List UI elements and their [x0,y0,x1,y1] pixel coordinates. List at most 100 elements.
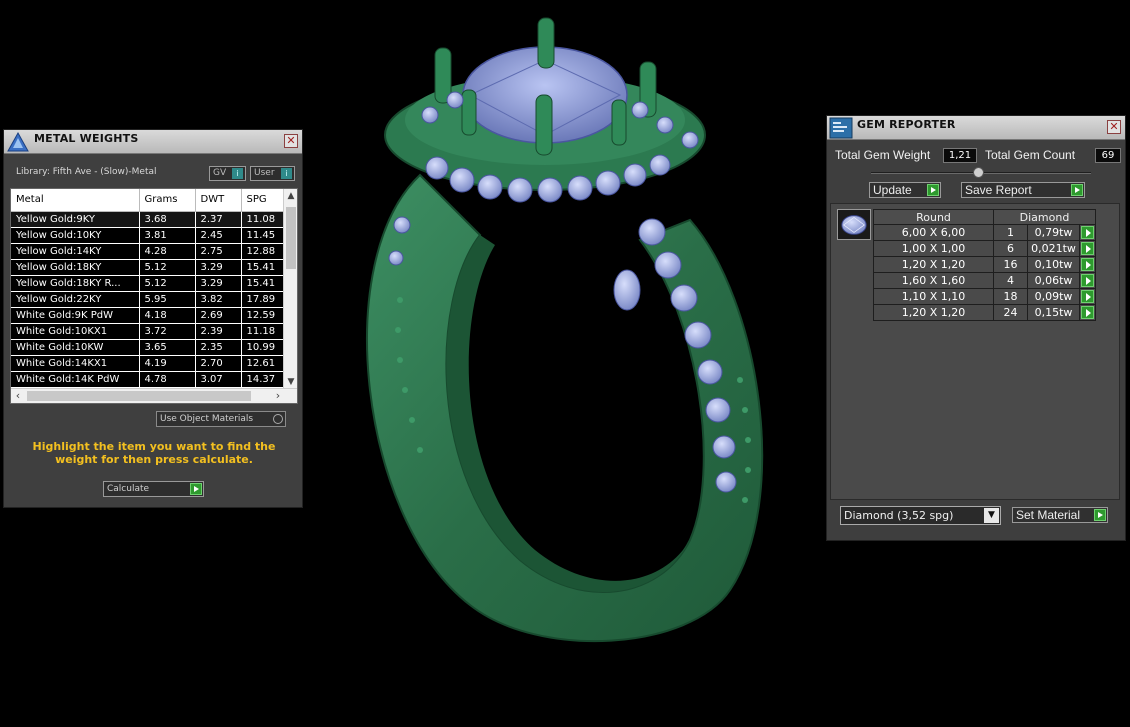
column-header-grams[interactable]: Grams [139,189,196,212]
select-gem-go-icon[interactable] [1080,274,1094,288]
dwt-cell: 3.29 [195,259,242,276]
update-go-icon[interactable] [927,184,939,196]
table-row[interactable]: White Gold:14KX1 4.19 2.70 12.61 [11,355,284,372]
spg-cell: 15.41 [241,275,284,292]
gem-count-cell: 18 [992,288,1029,305]
table-row[interactable]: White Gold:14K PdW 4.78 3.07 14.37 [11,371,284,388]
user-info-icon: i [281,168,292,179]
gem-row[interactable]: 1,00 X 1,00 6 0,021tw [873,240,1097,257]
gv-info-icon: i [232,168,243,179]
column-header-spg[interactable]: SPG [241,189,284,212]
size-slider-knob[interactable] [973,167,984,178]
metal-weights-close-button[interactable]: ✕ [284,134,298,148]
gem-row[interactable]: 1,60 X 1,60 4 0,06tw [873,272,1097,289]
table-row[interactable]: Yellow Gold:10KY 3.81 2.45 11.45 [11,227,284,244]
metal-cell: Yellow Gold:9KY [11,211,140,228]
user-toggle[interactable]: User i [250,166,295,181]
dwt-cell: 2.37 [195,211,242,228]
gem-size-cell: 1,20 X 1,20 [873,304,994,321]
calculate-hint-text: Highlight the item you want to find the … [32,440,276,466]
spg-cell: 11.18 [241,323,284,340]
gem-weight-cell: 0,10tw [1027,256,1080,273]
set-material-button-label: Set Material [1016,508,1081,522]
ring-model[interactable] [366,17,764,643]
gem-count-cell: 6 [992,240,1029,257]
dwt-cell: 2.39 [195,323,242,340]
column-header-dwt[interactable]: DWT [195,189,242,212]
table-horizontal-scrollbar[interactable]: ‹ › [11,388,297,403]
gem-row[interactable]: 1,20 X 1,20 16 0,10tw [873,256,1097,273]
save-report-button[interactable]: Save Report [961,182,1085,198]
metal-cell: Yellow Gold:18KY [11,259,140,276]
grams-cell: 5.12 [139,275,196,292]
table-row[interactable]: Yellow Gold:22KY 5.95 3.82 17.89 [11,291,284,308]
update-button[interactable]: Update [869,182,941,198]
library-label: Library: Fifth Ave - (Slow)-Metal [16,167,157,177]
vertical-scroll-thumb[interactable] [286,207,296,269]
dwt-cell: 2.70 [195,355,242,372]
table-row[interactable]: White Gold:10KW 3.65 2.35 10.99 [11,339,284,356]
gem-reporter-title: GEM REPORTER [857,118,956,131]
dwt-cell: 3.82 [195,291,242,308]
table-row[interactable]: Yellow Gold:18KY 5.12 3.29 15.41 [11,259,284,276]
select-gem-go-icon[interactable] [1080,242,1094,256]
gem-material-header: Diamond [993,209,1096,225]
table-row[interactable]: White Gold:9K PdW 4.18 2.69 12.59 [11,307,284,324]
dwt-cell: 2.75 [195,243,242,260]
table-row[interactable]: Yellow Gold:18KY R... 5.12 3.29 15.41 [11,275,284,292]
grams-cell: 5.95 [139,291,196,308]
use-object-materials-option[interactable]: Use Object Materials [156,411,286,427]
scroll-right-icon[interactable]: › [271,389,285,403]
horizontal-scroll-thumb[interactable] [27,391,251,401]
calculate-button[interactable]: Calculate [103,481,204,497]
metal-cell: Yellow Gold:10KY [11,227,140,244]
set-material-go-icon[interactable] [1094,509,1106,521]
gem-size-cell: 6,00 X 6,00 [873,224,994,241]
gem-row[interactable]: 6,00 X 6,00 1 0,79tw [873,224,1097,241]
table-vertical-scrollbar[interactable]: ▲ ▼ [283,189,297,389]
calculate-button-label: Calculate [107,484,150,494]
table-row[interactable]: Yellow Gold:14KY 4.28 2.75 12.88 [11,243,284,260]
round-gem-thumbnail-icon[interactable] [837,209,871,240]
grams-cell: 5.12 [139,259,196,276]
gem-row[interactable]: 1,20 X 1,20 24 0,15tw [873,304,1097,321]
gem-row[interactable]: 1,10 X 1,10 18 0,09tw [873,288,1097,305]
select-gem-go-icon[interactable] [1080,258,1094,272]
gem-weight-cell: 0,021tw [1027,240,1080,257]
select-gem-go-icon[interactable] [1080,290,1094,304]
scroll-down-icon[interactable]: ▼ [284,375,297,389]
gem-reporter-titlebar[interactable]: GEM REPORTER ✕ [827,116,1125,140]
gem-reporter-close-button[interactable]: ✕ [1107,120,1121,134]
scroll-up-icon[interactable]: ▲ [284,189,297,203]
metal-weights-table: Metal Grams DWT SPG Yellow Gold:9KY 3.68 2… [11,189,284,388]
grams-cell: 3.68 [139,211,196,228]
chevron-down-icon[interactable]: ▼ [984,508,999,523]
use-object-materials-radio[interactable] [273,414,283,424]
select-gem-go-icon[interactable] [1080,306,1094,320]
use-object-materials-label: Use Object Materials [160,414,254,424]
gem-size-cell: 1,60 X 1,60 [873,272,994,289]
spg-cell: 12.61 [241,355,284,372]
metal-weights-titlebar[interactable]: METAL WEIGHTS ✕ [4,130,302,154]
column-header-metal[interactable]: Metal [11,189,140,212]
gem-row-action [1078,272,1097,289]
gem-size-cell: 1,20 X 1,20 [873,256,994,273]
calculate-go-icon[interactable] [190,483,202,495]
table-row[interactable]: White Gold:10KX1 3.72 2.39 11.18 [11,323,284,340]
select-gem-go-icon[interactable] [1080,226,1094,240]
set-material-button[interactable]: Set Material [1012,507,1108,523]
metal-cell: Yellow Gold:22KY [11,291,140,308]
material-dropdown[interactable]: Diamond (3,52 spg) ▼ [840,506,1001,525]
total-gem-weight-label: Total Gem Weight [835,148,931,162]
gem-row-action [1078,304,1097,321]
grams-cell: 4.19 [139,355,196,372]
scroll-left-icon[interactable]: ‹ [11,389,25,403]
save-report-go-icon[interactable] [1071,184,1083,196]
gv-toggle[interactable]: GV i [209,166,246,181]
metal-cell: White Gold:10KX1 [11,323,140,340]
material-dropdown-value: Diamond (3,52 spg) [844,509,954,522]
metal-weights-table-container[interactable]: Metal Grams DWT SPG Yellow Gold:9KY 3.68 2… [10,188,298,404]
gem-weight-cell: 0,15tw [1027,304,1080,321]
spg-cell: 12.88 [241,243,284,260]
table-row[interactable]: Yellow Gold:9KY 3.68 2.37 11.08 [11,211,284,228]
